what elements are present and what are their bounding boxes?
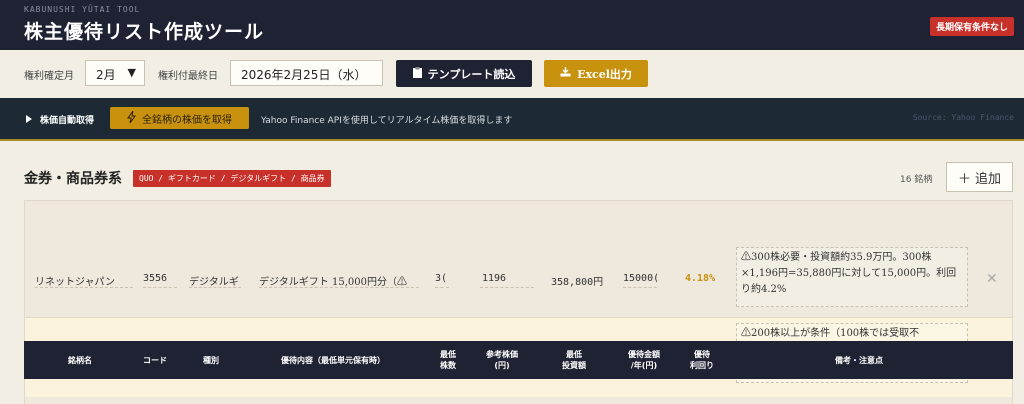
template-load-button[interactable]: テンプレート読込 (396, 60, 532, 87)
month-label: 権利確定月 (24, 71, 74, 82)
chevron-down-icon: ▼ (127, 66, 136, 79)
col-yield: 優待 利回り (690, 350, 714, 370)
col-kind: 種別 (203, 355, 219, 365)
fetch-prices-button[interactable]: 全銘柄の株価を取得 (110, 107, 249, 129)
download-icon (560, 67, 571, 80)
kind-field[interactable]: デジタルギ (189, 271, 241, 288)
fetch-prices-label: 全銘柄の株価を取得 (142, 114, 232, 126)
col-code: コード (143, 355, 167, 365)
template-load-label: テンプレート読込 (427, 67, 516, 81)
app-header: KABUNUSHI YŪTAI TOOL 株主優待リスト作成ツール 長期保有条件… (0, 0, 1024, 50)
gift-amount-field[interactable]: 15000( (623, 271, 657, 288)
code-field[interactable]: 3556 (143, 271, 177, 288)
name-field[interactable]: リネットジャパン (35, 271, 133, 288)
lightning-icon (127, 110, 136, 126)
yield-value: 4.18% (685, 273, 716, 284)
brand-label: KABUNUSHI YŪTAI TOOL (24, 5, 141, 14)
table-row: リネットジャパン 3556 デジタルギ デジタルギフト 15,000円分（⚠ 3… (25, 201, 1012, 318)
stock-fetch-bar: 株価自動取得 全銘柄の株価を取得 Yahoo Finance APIを使用してリ… (0, 98, 1024, 141)
table-header: 銘柄名 コード 種別 優待内容（最低単元保有時） 最低 株数 参考株価 (円) … (24, 341, 1013, 379)
section-title: 金券・商品券系 (24, 171, 122, 187)
month-select[interactable]: 2月 ▼ (85, 60, 145, 86)
source-label: Source: Yahoo Finance (912, 113, 1014, 122)
last-day-label: 権利付最終日 (158, 71, 218, 82)
stock-count: 16 銘柄 (900, 175, 933, 185)
section-tag: QUO / ギフトカード / デジタルギフト / 商品券 (133, 170, 331, 187)
long-term-badge: 長期保有条件なし (929, 17, 1014, 36)
content-field[interactable]: デジタルギフト 15,000円分（⚠ (259, 271, 419, 288)
play-icon (26, 115, 32, 123)
col-content: 優待内容（最低単元保有時） (281, 355, 385, 365)
col-name: 銘柄名 (68, 355, 92, 365)
excel-export-button[interactable]: Excel出力 (544, 60, 648, 87)
price-field[interactable]: 1196 (480, 271, 534, 288)
col-min-shares: 最低 株数 (440, 350, 456, 370)
last-day-field[interactable]: 2026年2月25日（水） (230, 60, 383, 86)
note-textarea[interactable]: ⚠300株必要・投資額約35.9万円。300株×1,196円=35,880円に対… (736, 247, 968, 307)
fetch-description: Yahoo Finance APIを使用してリアルタイム株価を取得します (261, 116, 513, 126)
add-stock-label: 追加 (975, 171, 1002, 187)
col-min-investment: 最低 投資額 (562, 350, 586, 370)
min-investment-value: 358,800円 (551, 277, 604, 288)
col-note: 備考・注意点 (835, 355, 883, 365)
min-shares-field[interactable]: 3( (435, 271, 449, 288)
col-ref-price: 参考株価 (円) (486, 350, 518, 370)
excel-export-label: Excel出力 (577, 67, 632, 81)
month-value: 2月 (96, 68, 116, 82)
close-icon[interactable]: ✕ (986, 271, 998, 287)
auto-fetch-label: 株価自動取得 (40, 116, 95, 126)
page-title: 株主優待リスト作成ツール (24, 21, 265, 43)
plus-icon: ＋ (957, 171, 971, 187)
add-stock-button[interactable]: ＋ 追加 (946, 162, 1013, 192)
clipboard-icon (412, 66, 422, 81)
col-gift-amount: 優待金額 /年(円) (628, 350, 660, 370)
table-row (25, 397, 1012, 404)
controls-bar: 権利確定月 2月 ▼ 権利付最終日 2026年2月25日（水） テンプレート読込… (0, 50, 1024, 98)
